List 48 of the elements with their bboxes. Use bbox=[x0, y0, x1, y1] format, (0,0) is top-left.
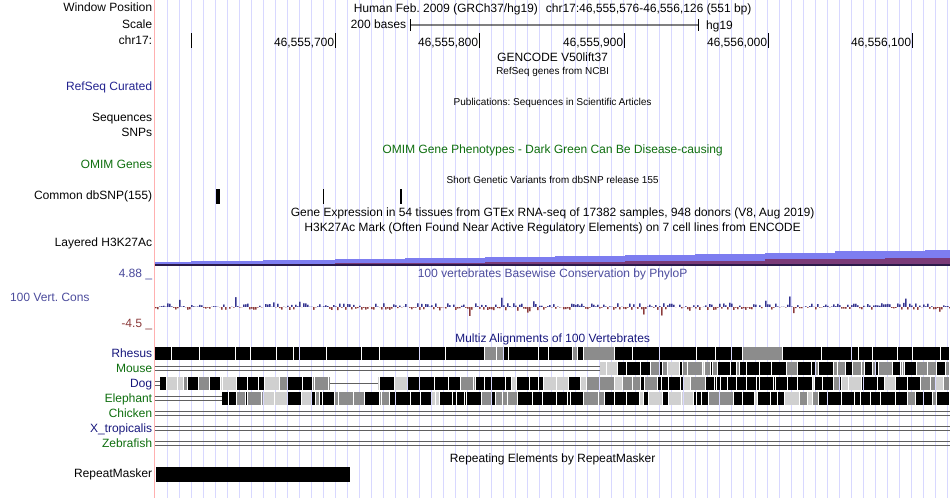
track-label[interactable]: 100 Vert. Cons bbox=[0, 290, 152, 305]
ruler-label: 46,556,100 bbox=[850, 35, 911, 50]
species-label[interactable]: X_tropicalis bbox=[0, 421, 152, 436]
track-label[interactable]: Common dbSNP(155) bbox=[0, 188, 152, 203]
track-title: H3K27Ac Mark (Often Found Near Active Regulatory Elements) on 7 cell lines from ENCODE bbox=[303, 220, 802, 235]
ruler-label: 46,555,700 bbox=[274, 35, 334, 50]
row-label: chr17: bbox=[118, 33, 152, 48]
species-label[interactable]: Rhesus bbox=[0, 346, 152, 361]
position-text: chr17:46,555,576-46,556,126 (551 bp) bbox=[546, 0, 752, 17]
assembly-label: hg19 bbox=[706, 18, 733, 32]
track-label[interactable]: OMIM Genes bbox=[0, 157, 152, 172]
ruler-tick bbox=[768, 33, 769, 48]
species-label[interactable]: Zebrafish bbox=[0, 436, 152, 451]
ruler-tick bbox=[912, 33, 913, 48]
assembly-name: Human Feb. 2009 (GRCh37/hg19) bbox=[354, 0, 538, 17]
track-label[interactable]: RepeatMasker bbox=[0, 466, 152, 481]
species-label[interactable]: Elephant bbox=[0, 391, 152, 406]
species-label[interactable]: Dog bbox=[0, 376, 152, 391]
ruler-tick bbox=[624, 33, 625, 48]
ruler-tick bbox=[335, 33, 336, 48]
species-label[interactable]: Mouse bbox=[0, 361, 152, 376]
track-title: Multiz Alignments of 100 Vertebrates bbox=[454, 331, 651, 346]
track-title: Gene Expression in 54 tissues from GTEx RNA-seq of 17382 samples, 948 donors (V8, Aug 2019) bbox=[290, 205, 816, 220]
ruler-tick bbox=[479, 33, 480, 48]
row-label: Scale bbox=[120, 17, 152, 32]
track-title: Short Genetic Variants from dbSNP release 155 bbox=[446, 174, 660, 188]
track-label[interactable]: RefSeq Curated bbox=[0, 79, 152, 94]
ruler-label: 46,556,000 bbox=[706, 35, 767, 50]
track-title: RefSeq genes from NCBI bbox=[495, 65, 610, 79]
species-label[interactable]: Chicken bbox=[0, 406, 152, 421]
track-title: GENCODE V50lift37 bbox=[496, 50, 609, 65]
track-label[interactable]: SNPs bbox=[0, 125, 152, 140]
snp-mark bbox=[323, 189, 324, 204]
axis-label: -4.5 _ bbox=[120, 316, 152, 331]
scale-length: 200 bases bbox=[350, 17, 406, 32]
track-title: OMIM Gene Phenotypes - Dark Green Can Be Disease-causing bbox=[381, 142, 724, 157]
track-title: Publications: Sequences in Scientific Articles bbox=[452, 96, 652, 110]
ruler-label: 46,555,800 bbox=[418, 35, 478, 50]
ruler-tick bbox=[191, 33, 192, 48]
axis-label: 4.88 _ bbox=[118, 266, 152, 281]
track-label[interactable]: Layered H3K27Ac bbox=[0, 235, 152, 250]
row-label: Window Position bbox=[62, 0, 152, 15]
track-label[interactable]: Sequences bbox=[0, 110, 152, 125]
snp-mark bbox=[400, 189, 402, 204]
track-title: Repeating Elements by RepeatMasker bbox=[448, 451, 656, 466]
snp-mark bbox=[216, 189, 220, 204]
ruler-label: 46,555,900 bbox=[562, 35, 623, 50]
track-title: 100 vertebrates Basewise Conservation by PhyloP bbox=[416, 266, 688, 281]
